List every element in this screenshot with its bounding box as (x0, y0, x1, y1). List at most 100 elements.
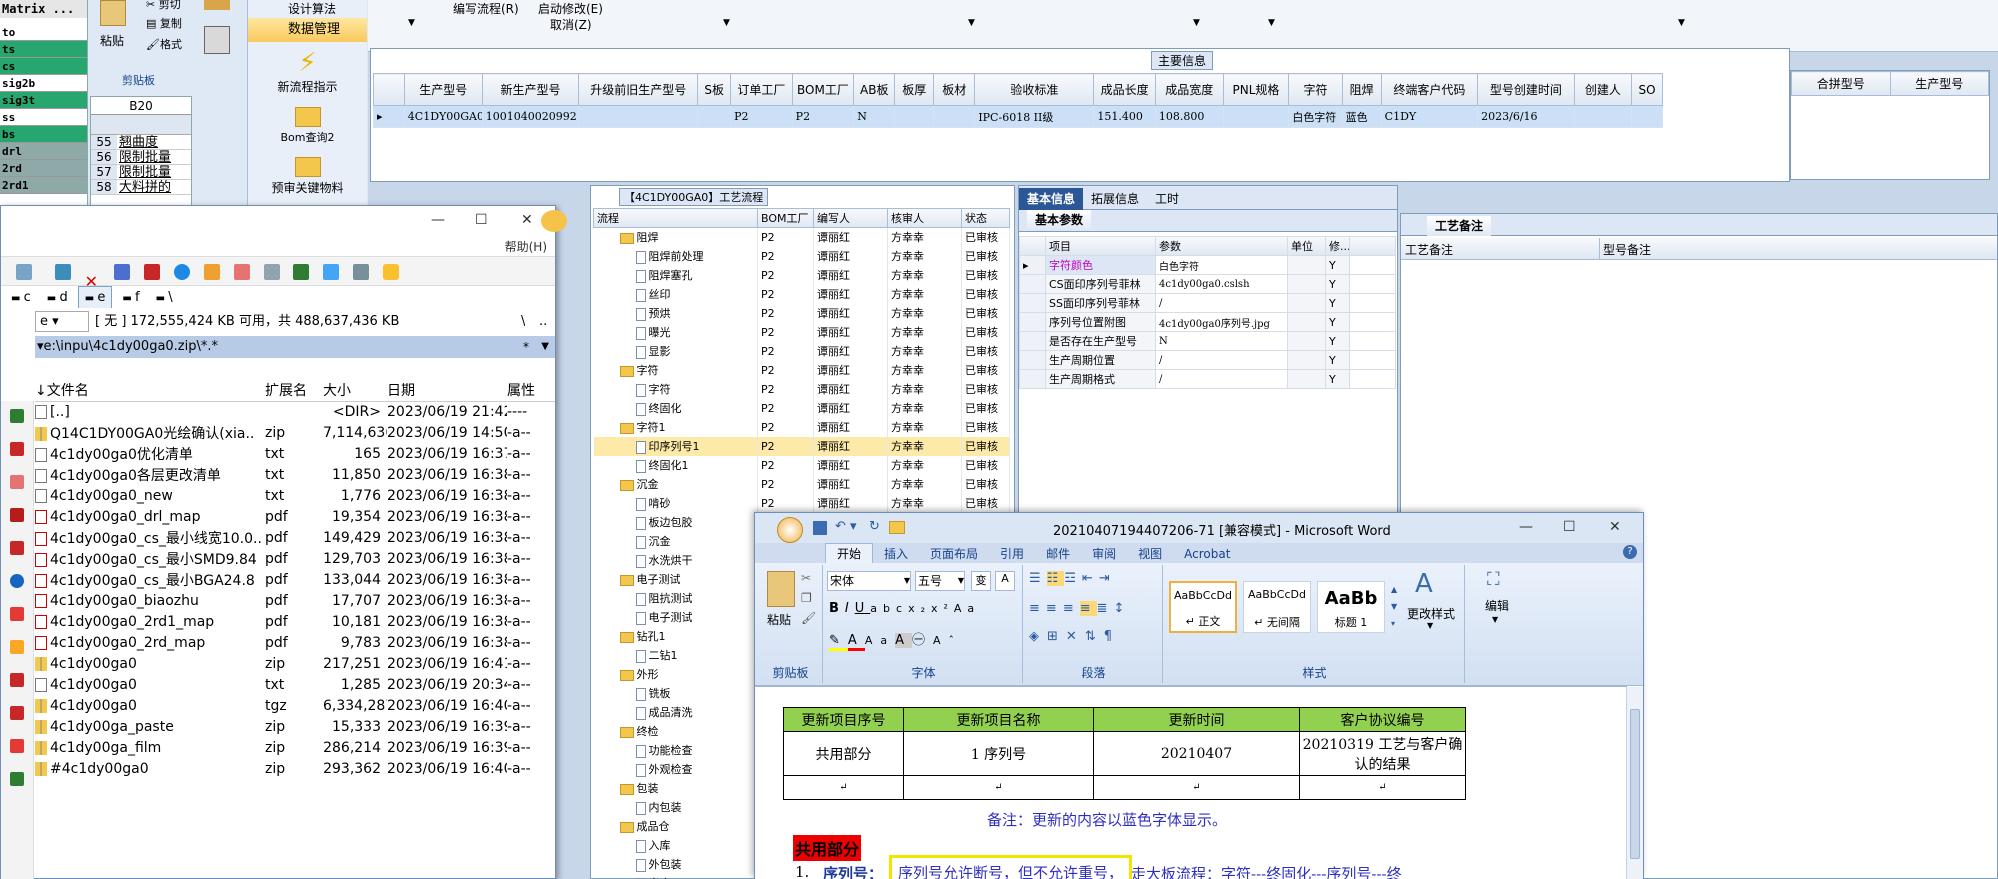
file-row[interactable]: 4c1dy00ga0 txt 1,285 2023/06/19 20:34 -a-- (35, 674, 555, 695)
scroll-thumb[interactable] (1630, 709, 1640, 859)
layer-item[interactable]: ts (0, 41, 87, 58)
column-header[interactable]: 字符 (1288, 73, 1343, 106)
file-column-header[interactable]: 属性 (507, 379, 555, 402)
file-row[interactable]: 4c1dy00ga0_cs_最小SMD9.84 pdf 129,703 2023/06… (35, 548, 555, 569)
shading-icon[interactable]: ◈ (1029, 629, 1047, 644)
font-color-icon[interactable]: A (847, 633, 865, 651)
spreadsheet-row[interactable]: 57 限制批量 (91, 165, 191, 180)
file-row[interactable]: Q14C1DY00GA0光绘确认(xia.. zip 7,114,6362023/0… (35, 422, 555, 443)
tab-right-2[interactable]: 工时 (1147, 188, 1187, 210)
font-size-select[interactable]: 五号 ▼ (915, 571, 965, 591)
bullets-icon[interactable]: ☰ (1029, 571, 1047, 586)
strikethrough-icon[interactable]: abc (870, 602, 908, 615)
bom-query-button[interactable]: Bom查询2 (248, 129, 367, 145)
process-row[interactable]: 啃砂 P2 谭丽红 方幸幸 已审核 (593, 493, 1010, 513)
production-model-header[interactable]: 生产型号 (1889, 71, 1989, 96)
image-icon[interactable] (10, 541, 24, 555)
office-button[interactable] (777, 517, 803, 543)
superscript-icon[interactable]: x² (931, 602, 954, 615)
char-border-icon[interactable]: A (995, 571, 1015, 591)
param-row[interactable]: 序列号位置附图 4c1dy00ga0序列号.jpg Y (1019, 312, 1396, 332)
pdf-icon[interactable] (10, 442, 24, 456)
file-column-header[interactable]: 大小 (323, 379, 387, 402)
param-row[interactable]: 是否存在生产型号 N Y (1019, 331, 1396, 351)
pdf-icon[interactable] (10, 739, 24, 753)
pdf-icon[interactable] (233, 264, 250, 280)
file-column-header[interactable]: 日期 (387, 379, 507, 402)
column-header[interactable]: 型号创建时间 (1477, 73, 1575, 106)
change-styles-icon[interactable]: A (1415, 569, 1433, 599)
column-header[interactable]: S板 (697, 73, 732, 106)
tab-right-1[interactable]: 拓展信息 (1083, 188, 1147, 210)
help-menu[interactable]: 帮助(H) (505, 238, 547, 255)
param-row[interactable]: 生产周期位置 / Y (1019, 350, 1396, 370)
refresh-icon[interactable] (174, 264, 191, 280)
dropdown-arrow-icon[interactable]: ▼ (1492, 615, 1498, 624)
increase-indent-icon[interactable]: ⇥ (1099, 571, 1116, 586)
process-row[interactable]: 曝光 P2 谭丽红 方幸幸 已审核 (593, 322, 1010, 342)
spreadsheet-row[interactable]: 58 大料拼的 (91, 180, 191, 195)
column-header[interactable]: PNL规格 (1222, 73, 1290, 106)
process-row[interactable]: 显影 P2 谭丽红 方幸幸 已审核 (593, 341, 1010, 361)
minimize-button[interactable]: — (431, 212, 445, 228)
ribbon-tab-0[interactable]: 开始 (825, 543, 874, 563)
maximize-button[interactable]: ☐ (1563, 519, 1576, 535)
spreadsheet-row[interactable]: 56 限制批量 (91, 150, 191, 165)
document-page[interactable]: 更新项目序号 更新项目名称 更新时间 客户协议编号 共用部分 1 序列号 20210407… (755, 687, 1627, 879)
cancel-menu[interactable]: 取消(Z) (550, 16, 592, 33)
process-row[interactable]: 预烘 P2 谭丽红 方幸幸 已审核 (593, 303, 1010, 323)
up-button[interactable]: .. (539, 308, 547, 336)
font-name-select[interactable]: 宋体 ▼ (827, 571, 911, 591)
redo-icon[interactable]: ↻ (869, 519, 880, 534)
param-column-header[interactable]: 单位 (1287, 236, 1326, 256)
param-row[interactable]: 生产周期格式 / Y (1019, 369, 1396, 389)
data-management-item[interactable]: 数据管理 (248, 18, 367, 42)
column-header[interactable]: 板材 (933, 73, 976, 106)
layer-item[interactable]: 2rd1 (0, 177, 87, 194)
settings-icon[interactable] (353, 264, 370, 280)
shield-icon[interactable] (10, 607, 24, 621)
main-info-cell[interactable]: 151.400 (1093, 105, 1156, 128)
dropdown-arrow-icon[interactable]: ▼ (408, 18, 415, 28)
edit-button[interactable]: 编辑 (1485, 597, 1509, 614)
layer-item[interactable]: sig3t (0, 92, 87, 109)
process-row[interactable]: 沉金 P2谭丽红方幸幸已审核 (593, 474, 1010, 494)
column-header[interactable]: 生产型号 (403, 73, 483, 106)
process-row[interactable]: 字符 P2 谭丽红 方幸幸 已审核 (593, 360, 1010, 380)
main-info-cell[interactable]: 2023/6/16 (1477, 105, 1575, 128)
chinese-layout-icon[interactable]: ✕ (1066, 629, 1085, 644)
paste-button[interactable]: 粘贴 (100, 32, 124, 49)
process-row[interactable]: 阻焊 P2 谭丽红 方幸幸 已审核 (593, 227, 1010, 247)
maximize-button[interactable]: ☐ (475, 212, 488, 228)
tab-basic-params[interactable]: 基本参数 (1027, 210, 1092, 230)
file-row[interactable]: 4c1dy00ga0_drl_map pdf 19,354 2023/06/19 16… (35, 506, 555, 527)
file-row[interactable]: 4c1dy00ga0优化清单 txt 165 2023/06/19 16:37 -a-- (35, 443, 555, 464)
process-row[interactable]: 印序列号1 P2 谭丽红 方幸幸 已审核 (593, 436, 1010, 456)
dropdown-arrow-icon[interactable]: ▼ (1268, 18, 1275, 28)
file-row[interactable]: 4c1dy00ga0 zip 217,251 2023/06/19 16:41 -a-- (35, 653, 555, 674)
process-row[interactable]: 阻焊塞孔 P2 谭丽红 方幸幸 已审核 (593, 265, 1010, 285)
pdf-icon[interactable] (10, 475, 24, 489)
calculator-icon[interactable] (204, 26, 230, 54)
pdf-icon[interactable] (10, 673, 24, 687)
dropdown-arrow-icon[interactable]: ▼ (723, 18, 730, 28)
file-row[interactable]: 4c1dy00ga0_cs_最小线宽10.0.. pdf 149,429 2023/0… (35, 527, 555, 548)
open-icon[interactable] (889, 521, 905, 534)
file-row[interactable]: [..] <DIR> 2023/06/19 21:42 ---- (35, 401, 555, 422)
param-row[interactable]: ▸ 字符颜色 白色字符 Y (1019, 255, 1396, 275)
change-styles-button[interactable]: 更改样式 (1407, 605, 1455, 622)
drive-button[interactable]: ▬ \ (150, 287, 179, 310)
view-icon[interactable] (263, 264, 280, 280)
ribbon-tab-4[interactable]: 邮件 (1035, 544, 1081, 564)
copy-icon[interactable] (54, 264, 71, 280)
align-right-icon[interactable]: ≡ (1063, 601, 1080, 616)
main-info-cell[interactable]: P2 (791, 105, 855, 128)
main-info-cell[interactable]: 10010400209921 (481, 105, 580, 128)
copy-button[interactable]: ▤ 复制 (146, 15, 182, 31)
tab-right-0[interactable]: 基本信息 (1019, 188, 1084, 210)
tree-icon[interactable] (293, 264, 310, 280)
network-icon[interactable] (10, 772, 24, 786)
phonetic-icon[interactable]: 变 (971, 571, 991, 591)
process-column-header[interactable]: 流程 (593, 208, 758, 228)
file-row[interactable]: 4c1dy00ga0_biaozhu pdf 17,707 2023/06/19 16… (35, 590, 555, 611)
